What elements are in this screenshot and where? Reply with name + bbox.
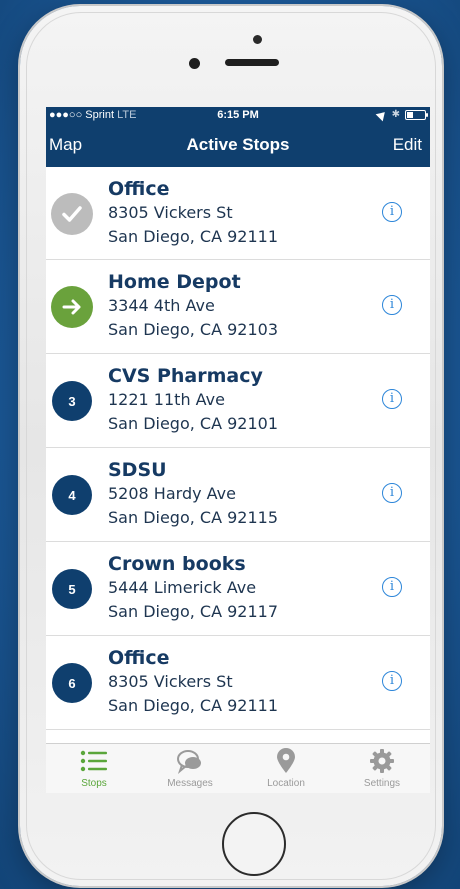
stop-street: 3344 4th Ave xyxy=(108,296,215,315)
gear-icon xyxy=(370,749,394,773)
stop-name: Home Depot xyxy=(108,271,241,293)
stop-row[interactable]: Office 8305 Vickers St San Diego, CA 92111… xyxy=(46,167,430,260)
home-button[interactable] xyxy=(222,812,286,876)
page-title: Active Stops xyxy=(186,135,290,154)
checkmark-icon xyxy=(51,193,93,235)
stop-row[interactable]: 3 CVS Pharmacy 1221 11th Ave San Diego, CA … xyxy=(46,354,430,448)
stop-number-badge: 3 xyxy=(52,381,92,421)
stop-details: Office 8305 Vickers St San Diego, CA 92111 xyxy=(108,646,278,718)
stop-street: 5444 Limerick Ave xyxy=(108,578,257,597)
stop-city: San Diego, CA 92103 xyxy=(108,320,279,339)
stop-details: Crown books 5444 Limerick Ave San Diego, C… xyxy=(108,552,278,624)
stop-details: CVS Pharmacy 1221 11th Ave San Diego, CA 9… xyxy=(108,364,278,436)
stop-street: 1221 11th Ave xyxy=(108,390,225,409)
stop-details: Office 8305 Vickers St San Diego, CA 92111 xyxy=(108,177,278,249)
stop-row[interactable]: 4 SDSU 5208 Hardy Ave San Diego, CA 92115 i xyxy=(46,448,430,542)
chat-bubbles-icon xyxy=(177,750,201,774)
info-icon[interactable]: i xyxy=(382,389,402,409)
info-icon[interactable]: i xyxy=(382,671,402,691)
stop-name: Office xyxy=(108,647,170,669)
stop-number-badge: 6 xyxy=(52,663,92,703)
tab-label: Stops xyxy=(81,778,107,789)
info-icon[interactable]: i xyxy=(382,295,402,315)
stop-number-badge: 5 xyxy=(52,569,92,609)
front-camera xyxy=(189,58,200,69)
tab-messages[interactable]: Messages xyxy=(142,748,238,789)
stop-details: SDSU 5208 Hardy Ave San Diego, CA 92115 xyxy=(108,458,278,530)
tab-location[interactable]: Location xyxy=(238,748,334,789)
stop-city: San Diego, CA 92117 xyxy=(108,602,279,621)
map-pin-icon xyxy=(277,748,295,773)
tab-label: Messages xyxy=(167,778,213,789)
status-indicators: ✱ xyxy=(375,107,428,123)
battery-icon xyxy=(405,110,428,120)
stop-street: 5208 Hardy Ave xyxy=(108,484,236,503)
edit-button[interactable]: Edit xyxy=(393,135,422,155)
info-icon[interactable]: i xyxy=(382,202,402,222)
stop-city: San Diego, CA 92101 xyxy=(108,414,279,433)
stop-street: 8305 Vickers St xyxy=(108,672,233,691)
stop-row[interactable]: Home Depot 3344 4th Ave San Diego, CA 9210… xyxy=(46,260,430,354)
status-time: 6:15 PM xyxy=(217,109,259,121)
battery-level xyxy=(407,112,413,118)
stop-city: San Diego, CA 92115 xyxy=(108,508,279,527)
proximity-sensor xyxy=(253,35,262,44)
bluetooth-icon: ✱ xyxy=(391,109,400,120)
stop-name: SDSU xyxy=(108,459,167,481)
earpiece-speaker xyxy=(225,59,279,66)
tab-label: Settings xyxy=(363,778,401,789)
app-screen: ●●●○○ Sprint LTE 6:15 PM ✱ Map Active St… xyxy=(46,107,430,793)
stop-row[interactable]: 5 Crown books 5444 Limerick Ave San Diego, … xyxy=(46,542,430,636)
stop-row[interactable]: 6 Office 8305 Vickers St San Diego, CA 9211… xyxy=(46,636,430,730)
stop-details: Home Depot 3344 4th Ave San Diego, CA 9210… xyxy=(108,270,278,342)
stop-street: 8305 Vickers St xyxy=(108,203,233,222)
stop-name: CVS Pharmacy xyxy=(108,365,263,387)
stop-city: San Diego, CA 92111 xyxy=(108,696,279,715)
arrow-right-icon xyxy=(51,286,93,328)
info-icon[interactable]: i xyxy=(382,577,402,597)
tab-stops[interactable]: Stops xyxy=(46,748,142,789)
stop-number-badge: 4 xyxy=(52,475,92,515)
stop-name: Crown books xyxy=(108,553,246,575)
navigation-bar: Map Active Stops Edit xyxy=(46,123,430,167)
stop-name: Office xyxy=(108,178,170,200)
tab-label: Location xyxy=(267,778,305,789)
tab-bar: Stops Messages Location Settings xyxy=(46,743,430,793)
list-icon xyxy=(80,750,107,772)
tab-settings[interactable]: Settings xyxy=(334,748,430,789)
stops-list: Office 8305 Vickers St San Diego, CA 92111… xyxy=(46,167,430,730)
info-icon[interactable]: i xyxy=(382,483,402,503)
location-arrow-icon xyxy=(375,108,388,122)
status-bar: ●●●○○ Sprint LTE 6:15 PM ✱ xyxy=(46,107,430,123)
stop-city: San Diego, CA 92111 xyxy=(108,227,279,246)
